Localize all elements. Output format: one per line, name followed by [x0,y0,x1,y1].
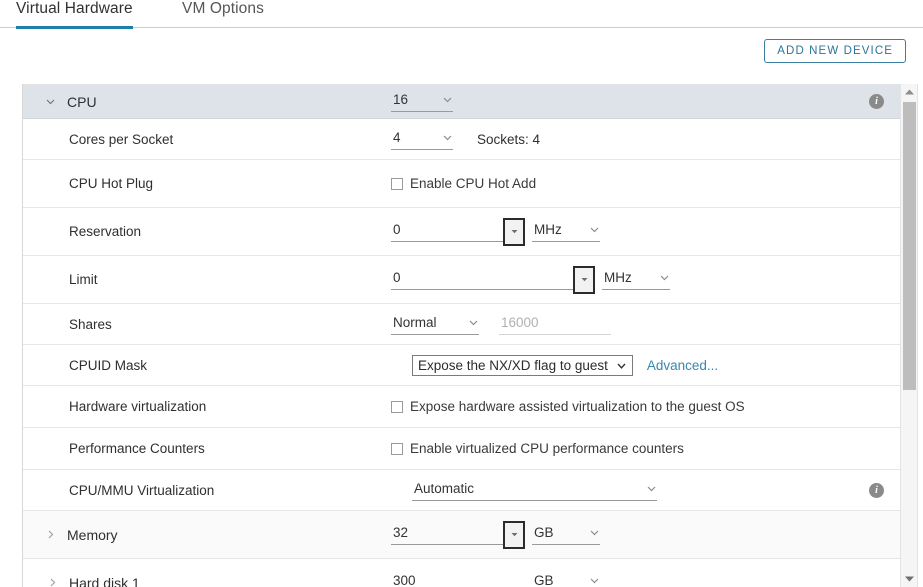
reservation-input[interactable] [391,221,503,242]
hardware-virtualization-label: Hardware virtualization [69,399,207,414]
row-cpu[interactable]: CPU 16 i [23,85,900,119]
hard-disk-1-unit-select[interactable]: GB [532,572,600,587]
cores-per-socket-select[interactable]: 4 [391,129,453,150]
hardware-virtualization-checkbox-label: Expose hardware assisted virtualization … [410,399,745,414]
cpu-mmu-virtualization-label: CPU/MMU Virtualization [69,482,215,498]
chevron-down-icon [579,575,600,587]
cpu-mmu-virtualization-value: Automatic [414,480,475,496]
row-memory[interactable]: Memory GB [23,511,900,559]
shares-amount-input[interactable] [499,313,611,335]
chevron-down-icon [458,317,479,331]
cpu-hot-add-label: Enable CPU Hot Add [410,176,537,191]
reservation-unit-value: MHz [534,222,562,237]
sockets-text: Sockets: 4 [477,131,541,147]
chevron-down-icon [432,132,453,146]
chevron-down-icon [579,527,600,541]
cpuid-mask-advanced-link[interactable]: Advanced... [647,358,718,373]
limit-unit-value: MHz [604,270,632,285]
reservation-spinner-button[interactable] [503,217,525,246]
performance-counters-checkbox[interactable] [391,442,403,455]
shares-level-select[interactable]: Normal [391,314,479,335]
reservation-unit-select[interactable]: MHz [532,221,600,242]
row-reservation: Reservation MHz [23,208,900,256]
virtual-hardware-panel-wrapper: CPU 16 i Cores per Socket 4 Sockets: 4 C… [22,84,923,587]
chevron-down-icon[interactable] [45,96,67,107]
row-performance-counters: Performance Counters Enable virtualized … [23,428,900,470]
cpu-info-icon[interactable]: i [869,94,884,109]
cpu-mmu-virtualization-info-icon[interactable]: i [869,482,884,498]
cpu-count-select[interactable]: 16 [391,91,453,112]
cpu-hot-plug-label: CPU Hot Plug [69,176,154,191]
scroll-down-arrow-icon[interactable] [901,571,917,587]
tab-virtual-hardware[interactable]: Virtual Hardware [16,0,133,29]
performance-counters-label: Performance Counters [69,441,205,456]
add-new-device-button[interactable]: ADD NEW DEVICE [764,39,906,63]
performance-counters-checkbox-label: Enable virtualized CPU performance count… [410,441,684,456]
shares-level-value: Normal [393,314,437,330]
limit-spinner-button[interactable] [573,265,595,294]
row-cpu-mmu-virtualization: CPU/MMU Virtualization Automatic i [23,470,900,511]
chevron-down-icon [579,224,600,238]
tab-vm-options[interactable]: VM Options [182,0,264,24]
cpuid-mask-select[interactable]: Expose the NX/XD flag to guest [412,354,633,376]
limit-unit-select[interactable]: MHz [602,269,670,290]
hard-disk-1-input[interactable] [391,572,503,587]
chevron-down-icon [636,483,657,497]
cpuid-mask-label: CPUID Mask [69,357,148,373]
row-hardware-virtualization: Hardware virtualization Expose hardware … [23,386,900,428]
row-cpuid-mask: CPUID Mask Expose the NX/XD flag to gues… [23,345,900,386]
chevron-down-icon [432,94,453,108]
row-memory-label: Memory [67,526,118,543]
chevron-right-icon[interactable] [45,529,67,540]
chevron-right-icon[interactable] [47,577,69,587]
toolbar: ADD NEW DEVICE [0,28,923,73]
limit-label: Limit [69,272,98,287]
hard-disk-1-unit-value: GB [534,573,554,587]
row-hard-disk-1[interactable]: Hard disk 1 GB [23,559,900,587]
memory-unit-value: GB [534,525,554,540]
cores-per-socket-label: Cores per Socket [69,131,174,147]
row-cpu-label: CPU [67,93,97,110]
cpu-mmu-virtualization-select[interactable]: Automatic [412,480,657,501]
row-cores-per-socket: Cores per Socket 4 Sockets: 4 [23,119,900,160]
virtual-hardware-device-list: CPU 16 i Cores per Socket 4 Sockets: 4 C… [22,84,900,587]
cpu-hot-add-checkbox[interactable] [391,177,403,190]
limit-input[interactable] [391,269,573,290]
cpuid-mask-value: Expose the NX/XD flag to guest [418,357,608,373]
reservation-label: Reservation [69,224,142,239]
scrollbar-thumb[interactable] [903,102,916,390]
memory-unit-select[interactable]: GB [532,524,600,545]
chevron-down-icon [649,272,670,286]
hardware-virtualization-checkbox[interactable] [391,400,403,413]
memory-spinner-button[interactable] [503,520,525,549]
row-shares: Shares Normal [23,304,900,345]
chevron-down-icon [616,360,627,371]
tab-bar: Virtual Hardware VM Options [0,0,923,29]
scroll-up-arrow-icon[interactable] [901,84,917,100]
row-limit: Limit MHz [23,256,900,304]
row-hard-disk-1-label: Hard disk 1 [69,574,140,587]
cpu-count-value: 16 [393,92,409,107]
row-cpu-hot-plug: CPU Hot Plug Enable CPU Hot Add [23,160,900,208]
memory-input[interactable] [391,524,503,545]
shares-label: Shares [69,316,112,332]
device-list-scrollbar[interactable] [900,84,918,587]
cores-per-socket-value: 4 [393,129,401,145]
